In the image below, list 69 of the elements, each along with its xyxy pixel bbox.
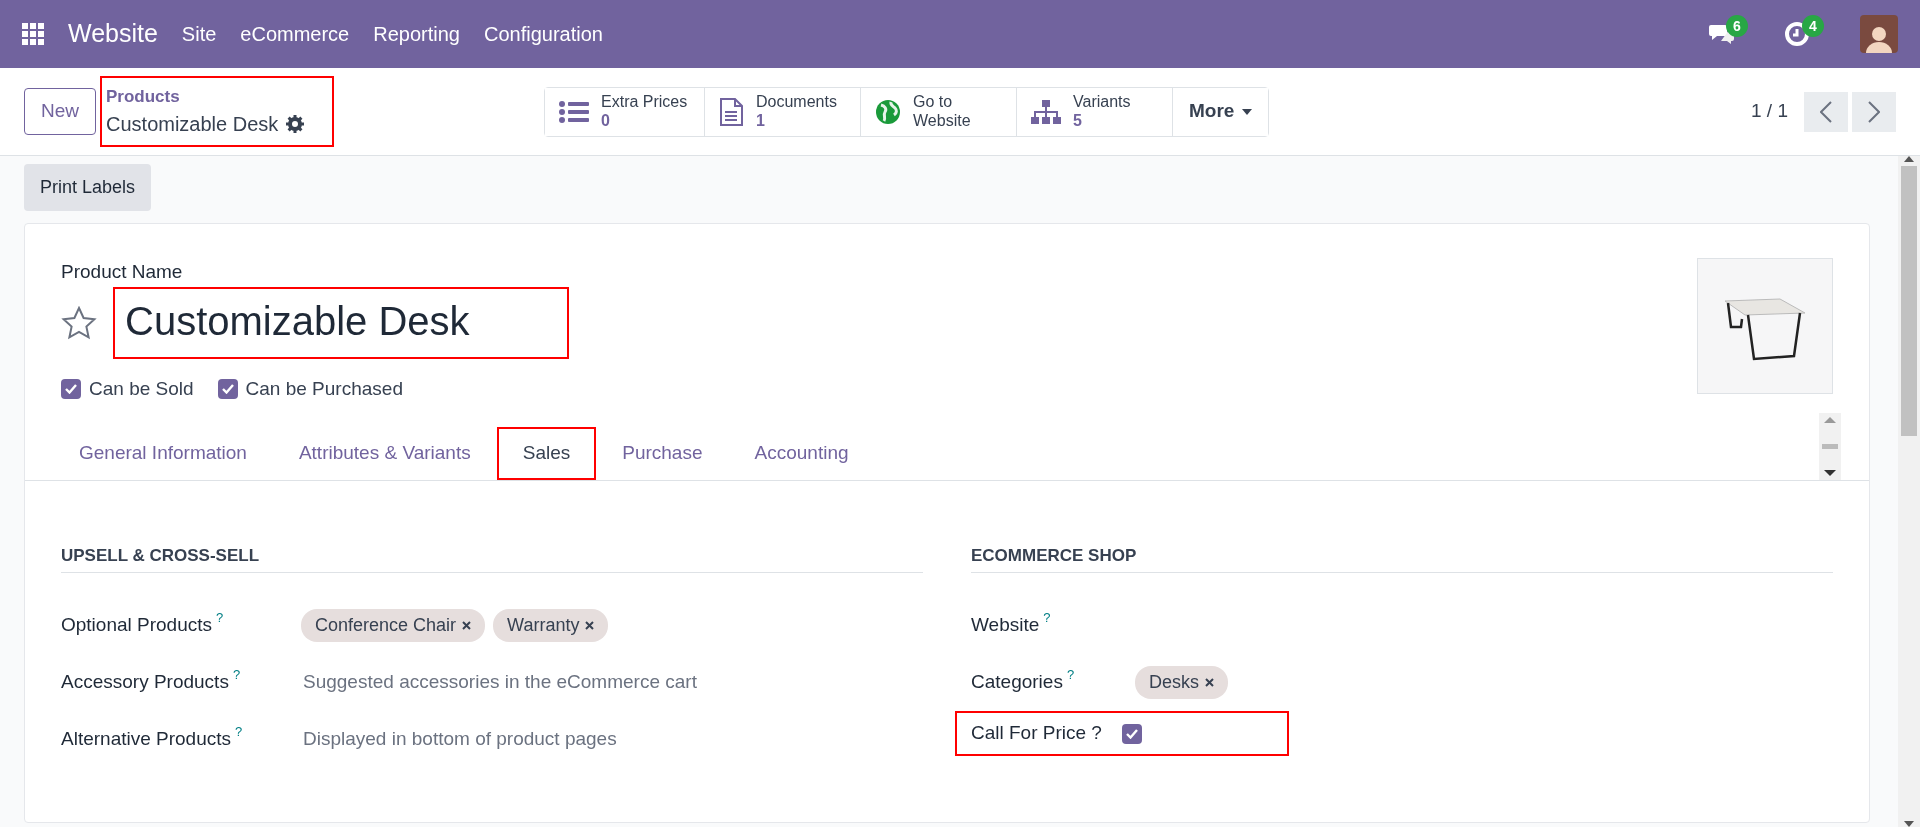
down-arrow-icon (1824, 469, 1836, 476)
chevron-right-icon (1868, 100, 1880, 123)
product-name-field[interactable]: Customizable Desk (113, 286, 569, 359)
input-field[interactable]: Suggested accessories in the eCommerce cart (301, 667, 821, 698)
remove-icon[interactable] (585, 621, 595, 630)
app-name[interactable]: Website (68, 15, 158, 53)
help-tooltip[interactable]: ? (216, 610, 224, 626)
field-label: Website (971, 614, 1040, 636)
new-button[interactable]: New (24, 88, 96, 135)
breadcrumb-link[interactable]: Products (106, 83, 328, 110)
checkmark-icon (1125, 728, 1138, 739)
down-arrow-icon (1904, 821, 1914, 827)
next-button[interactable] (1852, 91, 1896, 132)
checkbox[interactable] (217, 378, 238, 399)
input-field[interactable]: Displayed in bottom of product pages (301, 724, 821, 755)
field-label: Alternative Products (61, 728, 232, 750)
field-label: Product Name (61, 260, 184, 284)
count-badge: 4 (1802, 15, 1824, 37)
menu-item[interactable]: Configuration (483, 19, 603, 49)
menu-item[interactable]: eCommerce (240, 19, 350, 49)
form-tab[interactable]: Purchase (596, 427, 729, 480)
field-label: Optional Products (61, 614, 213, 636)
help-tooltip[interactable]: ? (235, 724, 243, 740)
field-label: Call For Price ? (971, 722, 1102, 744)
checkbox-label: Can be Purchased (245, 376, 403, 401)
scroll-thumb-icon (1822, 443, 1838, 449)
print-labels-button[interactable]: Print Labels (24, 164, 152, 211)
section-title: ECOMMERCE SHOP (971, 542, 1833, 573)
list-icon (559, 99, 589, 124)
settings-icon[interactable] (286, 115, 305, 134)
form-tab[interactable]: Sales (496, 427, 597, 480)
up-arrow-icon (1904, 156, 1914, 162)
form-tab[interactable]: Attributes & Variants (272, 427, 497, 480)
checkmark-icon (221, 383, 234, 394)
remove-icon[interactable] (462, 621, 472, 630)
checkbox-label: Can be Sold (89, 376, 194, 401)
checkbox[interactable] (1121, 723, 1142, 744)
section-title: UPSELL & CROSS-SELL (61, 542, 923, 573)
form-tab[interactable]: General Information (53, 427, 273, 480)
hierarchy-icon (1031, 99, 1061, 124)
remove-icon[interactable] (1205, 678, 1214, 687)
menu-item[interactable]: Site (181, 19, 217, 49)
help-tooltip[interactable]: ? (1043, 610, 1051, 626)
pager-counter: 1 / 1 (1751, 99, 1788, 124)
document-icon (719, 97, 744, 126)
tag: Desks (1135, 666, 1228, 699)
smart-button[interactable]: Extra Prices 0 (545, 87, 705, 136)
form-tab[interactable]: Accounting (728, 427, 875, 480)
checkmark-icon (65, 383, 77, 394)
tag: Warranty (493, 609, 609, 642)
menu-item[interactable]: Reporting (373, 19, 460, 49)
chevron-left-icon (1820, 100, 1832, 123)
help-tooltip[interactable]: ? (1066, 667, 1075, 683)
globe-icon (875, 98, 901, 125)
record-title: Customizable Desk (106, 112, 279, 138)
previous-button[interactable] (1804, 91, 1848, 132)
field-label: Accessory Products (61, 671, 229, 693)
star-icon[interactable] (61, 305, 97, 340)
caret-icon (1242, 108, 1253, 115)
scrollbar[interactable] (1898, 156, 1920, 827)
help-tooltip[interactable]: ? (232, 667, 241, 683)
tag: Conference Chair (301, 609, 486, 642)
user-avatar[interactable] (1860, 15, 1898, 53)
checkbox[interactable] (61, 378, 81, 399)
app-grid-icon[interactable] (22, 23, 44, 45)
count-badge: 6 (1726, 15, 1748, 37)
up-arrow-icon (1824, 417, 1836, 423)
tab-scroller[interactable] (1819, 413, 1841, 480)
field-label: Categories (971, 671, 1063, 693)
